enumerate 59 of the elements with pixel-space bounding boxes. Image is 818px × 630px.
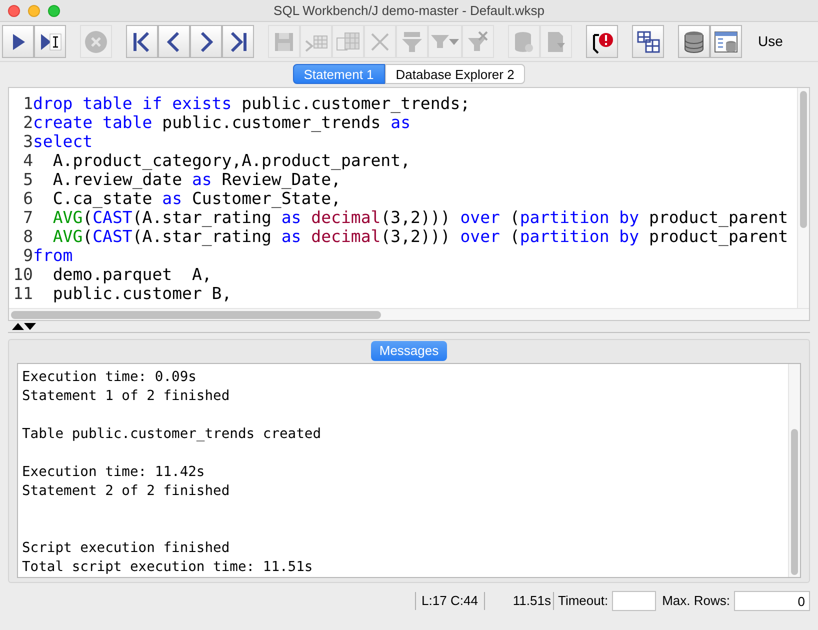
- caret-icon: [449, 38, 459, 44]
- cursor-position: L:17 C:44: [420, 592, 479, 610]
- grid-icon: [635, 28, 661, 54]
- line-number: 11: [12, 284, 33, 303]
- toolbar-label[interactable]: Use: [758, 31, 783, 52]
- message-line: Total script execution time: 11.51s: [22, 558, 314, 577]
- code-line: A.review_date as Review_Date,: [52, 170, 341, 189]
- funnel-icon: [431, 35, 449, 48]
- line-number: 9: [22, 246, 33, 265]
- code-line: drop table if exists public.customer_trends;: [33, 94, 470, 113]
- horizontal-scrollbar[interactable]: [9, 308, 809, 320]
- code-line: create table public.customer_trends as: [33, 113, 411, 132]
- line-number: 8: [22, 227, 33, 246]
- toolbar-button[interactable]: [586, 25, 618, 58]
- code-line: C.ca_state as Customer_State,: [52, 189, 341, 208]
- message-line: Execution time: 11.42s: [22, 463, 206, 482]
- code-line: from: [33, 246, 73, 265]
- minimize-window-button[interactable]: [28, 4, 40, 16]
- code-line: AVG(CAST(A.star_rating as decimal(3,2))) over (partition by product_parent: [52, 208, 788, 227]
- toolbar-button[interactable]: [126, 25, 158, 58]
- message-line: Script execution finished: [22, 539, 231, 558]
- timeout-label: Timeout:: [557, 592, 610, 610]
- line-number: 3: [22, 132, 33, 151]
- toolbar-button[interactable]: [34, 25, 66, 58]
- timeout-field[interactable]: [612, 591, 656, 611]
- toolbar-button[interactable]: [222, 25, 254, 58]
- message-line: Statement 2 of 2 finished: [22, 482, 231, 501]
- code-line: AVG(CAST(A.star_rating as decimal(3,2))) over (partition by product_parent: [52, 227, 788, 246]
- code-line: select: [33, 132, 93, 151]
- toolbar-button[interactable]: [678, 25, 710, 58]
- database-window-icon: [713, 28, 739, 54]
- toolbar-button[interactable]: [2, 25, 34, 58]
- message-line: Table public.customer_trends created: [22, 425, 322, 444]
- line-number: 2: [22, 113, 33, 132]
- line-number: 10: [12, 265, 33, 284]
- line-number: 5: [22, 170, 33, 189]
- toolbar-button[interactable]: [190, 25, 222, 58]
- close-window-button[interactable]: [8, 4, 20, 16]
- code-line: A.product_category,A.product_parent,: [52, 151, 410, 170]
- window-title: SQL Workbench/J demo-master - Default.wksp: [274, 2, 544, 20]
- split-arrows-icon[interactable]: [12, 323, 36, 330]
- line-number: 6: [22, 189, 33, 208]
- vertical-scrollbar[interactable]: [788, 364, 800, 577]
- max-rows-label: Max. Rows:: [662, 592, 731, 610]
- toolbar-button[interactable]: [632, 25, 664, 58]
- toolbar-button[interactable]: [158, 25, 190, 58]
- message-line: Statement 1 of 2 finished: [22, 387, 231, 406]
- stop-icon: [83, 28, 109, 54]
- max-rows-field[interactable]: 0: [734, 591, 810, 611]
- line-number: 4: [22, 151, 33, 170]
- message-line: Execution time: 0.09s: [22, 368, 198, 387]
- editor-tab[interactable]: Database Explorer 2: [384, 64, 526, 84]
- line-number: 1: [22, 94, 33, 113]
- zoom-window-button[interactable]: [48, 4, 60, 16]
- code-line: demo.parquet A,: [52, 265, 212, 284]
- line-number: 7: [22, 208, 33, 227]
- code-line: public.customer B,: [52, 284, 232, 303]
- vertical-scrollbar[interactable]: [797, 88, 809, 308]
- elapsed-time: 11.51s: [512, 592, 552, 610]
